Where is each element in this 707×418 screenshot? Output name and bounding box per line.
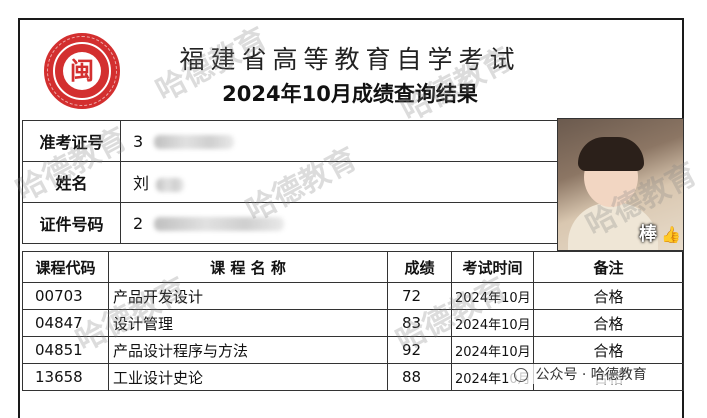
course-score: 92 bbox=[387, 336, 452, 364]
page-title: 福建省高等教育自学考试 bbox=[179, 45, 521, 74]
course-name: 设计管理 bbox=[108, 309, 388, 337]
info-value: 2 bbox=[120, 202, 558, 244]
course-name: 工业设计史论 bbox=[108, 363, 388, 391]
info-label: 姓名 bbox=[22, 161, 121, 203]
exam-time: 2024年10月 bbox=[451, 336, 534, 364]
info-row: 姓名 刘 bbox=[22, 161, 558, 203]
candidate-photo: 棒 👍 bbox=[557, 118, 684, 251]
info-value-text: 3 bbox=[133, 131, 144, 151]
info-label: 证件号码 bbox=[22, 202, 121, 244]
course-note: 合格 bbox=[533, 282, 684, 310]
photo-hair bbox=[578, 137, 644, 171]
course-name: 产品设计程序与方法 bbox=[108, 336, 388, 364]
column-header-code: 课程代码 bbox=[22, 251, 109, 283]
exam-time: 2024年10月 bbox=[451, 309, 534, 337]
page-subtitle: 2024年10月成绩查询结果 bbox=[222, 82, 478, 106]
info-value-text: 2 bbox=[133, 213, 144, 233]
column-header-score: 成绩 bbox=[387, 251, 452, 283]
redacted-blur bbox=[154, 217, 285, 231]
info-value: 刘 bbox=[120, 161, 558, 203]
course-score: 88 bbox=[387, 363, 452, 391]
column-header-note: 备注 bbox=[533, 251, 684, 283]
thumbs-up-icon: 👍 bbox=[661, 225, 681, 244]
course-note: 合格 bbox=[533, 336, 684, 364]
info-value: 3 bbox=[120, 120, 558, 162]
wechat-account-text: 公众号 · 哈德教育 bbox=[535, 367, 647, 383]
logo-glyph: 闽 bbox=[63, 52, 101, 90]
grades-header-row: 课程代码 课 程 名 称 成绩 考试时间 备注 bbox=[22, 251, 684, 283]
column-header-time: 考试时间 bbox=[451, 251, 534, 283]
candidate-info-table: 准考证号 3 姓名 刘 证件号码 2 bbox=[22, 120, 558, 244]
wechat-account-badge: 公众号 · 哈德教育 bbox=[510, 364, 651, 384]
table-row: 04847 设计管理 83 2024年10月 合格 bbox=[22, 309, 684, 337]
course-note: 合格 bbox=[533, 309, 684, 337]
info-row: 证件号码 2 bbox=[22, 202, 558, 244]
redacted-blur bbox=[154, 135, 235, 149]
exam-authority-logo: 闽 bbox=[44, 33, 120, 109]
course-code: 00703 bbox=[22, 282, 109, 310]
info-value-text: 刘 bbox=[133, 174, 150, 193]
course-score: 83 bbox=[387, 309, 452, 337]
wechat-icon bbox=[514, 368, 528, 382]
course-name: 产品开发设计 bbox=[108, 282, 388, 310]
info-row: 准考证号 3 bbox=[22, 120, 558, 162]
info-label: 准考证号 bbox=[22, 120, 121, 162]
course-code: 04847 bbox=[22, 309, 109, 337]
photo-caption: 棒 bbox=[639, 224, 657, 245]
column-header-name: 课 程 名 称 bbox=[108, 251, 388, 283]
course-score: 72 bbox=[387, 282, 452, 310]
course-code: 04851 bbox=[22, 336, 109, 364]
exam-time: 2024年10月 bbox=[451, 282, 534, 310]
redacted-blur bbox=[156, 177, 185, 192]
table-row: 04851 产品设计程序与方法 92 2024年10月 合格 bbox=[22, 336, 684, 364]
table-row: 00703 产品开发设计 72 2024年10月 合格 bbox=[22, 282, 684, 310]
course-code: 13658 bbox=[22, 363, 109, 391]
